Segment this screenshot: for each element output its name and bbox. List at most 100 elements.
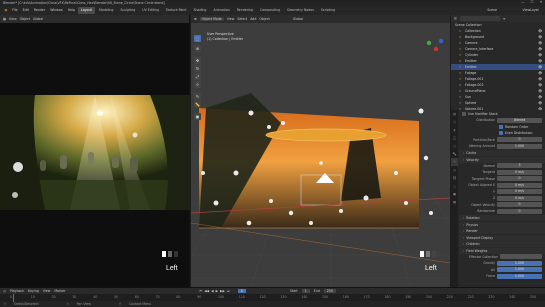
timeline-editor[interactable]: ◷ Playback Keying View Marker ⏮ ◀◀ ◀ ▶ ▶… xyxy=(0,287,545,307)
play-button[interactable]: ▶ xyxy=(216,289,218,293)
menu-render[interactable]: Render xyxy=(31,6,47,15)
visibility-eye-icon[interactable]: 👁 xyxy=(538,47,542,51)
visibility-eye-icon[interactable]: 👁 xyxy=(538,95,542,99)
properties-section[interactable]: Render xyxy=(459,228,545,234)
3d-viewport[interactable]: ⊞ Object Mode View Select Add Object Glo… xyxy=(191,15,450,287)
output-tab-icon[interactable]: ⎙ xyxy=(451,118,458,126)
constraints-tab-icon[interactable]: ⛓ xyxy=(451,174,458,182)
effector-collection-field[interactable] xyxy=(500,254,542,260)
visibility-eye-icon[interactable]: 👁 xyxy=(538,59,542,63)
transform-tool-icon[interactable]: ⟐ xyxy=(194,81,201,88)
tab-shading[interactable]: Shading xyxy=(191,7,210,14)
move-tool-icon[interactable]: ✥ xyxy=(194,57,201,64)
material-tab-icon[interactable]: ● xyxy=(451,190,458,198)
timeline-menu-keying[interactable]: Keying xyxy=(28,289,39,293)
object-mode-dropdown[interactable]: Object Mode xyxy=(199,17,224,21)
menu-file[interactable]: File xyxy=(10,6,20,15)
visibility-eye-icon[interactable]: 👁 xyxy=(538,41,542,45)
menu-help[interactable]: Help xyxy=(65,6,77,15)
velocity-field[interactable]: 0 m/s xyxy=(497,189,542,195)
timeline-menu-view[interactable]: View xyxy=(43,289,51,293)
tab-animation[interactable]: Animation xyxy=(210,7,232,14)
playhead[interactable] xyxy=(13,294,14,302)
outliner-editor-icon[interactable]: ☰ xyxy=(454,17,457,21)
cursor-tool-icon[interactable]: ⊕ xyxy=(194,45,201,52)
tab-scripting[interactable]: Scripting xyxy=(318,7,338,14)
scale-tool-icon[interactable]: ⤢ xyxy=(194,73,201,80)
properties-section[interactable]: Children xyxy=(459,241,545,247)
viewlayer-selector[interactable]: ViewLayer xyxy=(523,8,539,12)
properties-section[interactable]: Rotation xyxy=(459,215,545,221)
select-tool-icon[interactable]: ⬚ xyxy=(194,35,201,42)
properties-section[interactable]: Physics xyxy=(459,221,545,228)
tab-modeling[interactable]: Modeling xyxy=(96,7,117,14)
editor-type-icon[interactable]: ▦ xyxy=(3,17,6,21)
viewport-menu-view[interactable]: View xyxy=(227,17,235,21)
velocity-field[interactable]: 0 m/s xyxy=(497,195,542,201)
tab-rendering[interactable]: Rendering xyxy=(234,7,256,14)
tab-texture-paint[interactable]: Texture Paint xyxy=(163,7,190,14)
field-weight-slider[interactable]: 1.000 xyxy=(497,267,542,273)
tab-geometry-nodes[interactable]: Geometry Nodes xyxy=(284,7,317,14)
use-modifier-stack-row[interactable]: Use Modifier Stack xyxy=(459,110,545,117)
jump-end-button[interactable]: ⏭ xyxy=(227,289,230,293)
object-tab-icon[interactable]: ▢ xyxy=(451,142,458,150)
measure-tool-icon[interactable]: 📏 xyxy=(194,101,201,108)
annotate-tool-icon[interactable]: ✎ xyxy=(194,93,201,100)
tab-uv-editing[interactable]: UV Editing xyxy=(139,7,162,14)
timeline-editor-icon[interactable]: ◷ xyxy=(3,289,6,293)
menu-window[interactable]: Window xyxy=(48,6,66,15)
visibility-eye-icon[interactable]: 👁 xyxy=(538,101,542,105)
field-weight-slider[interactable]: 1.000 xyxy=(497,260,542,266)
particles-tab-icon[interactable]: ⁘ xyxy=(451,158,458,166)
texture-tab-icon[interactable]: ▩ xyxy=(451,198,458,206)
section-cache[interactable]: Cache xyxy=(459,150,545,156)
timeline-menu-marker[interactable]: Marker xyxy=(54,289,65,293)
render-tab-icon[interactable]: ▤ xyxy=(451,110,458,118)
physics-tab-icon[interactable]: ◎ xyxy=(451,166,458,174)
frame-ruler[interactable]: 0 10 20 30 40 50 60 70 80 90 100 110 120 130 140 150 160… xyxy=(0,294,545,301)
outliner-panel[interactable]: ☰ ⏷ Scene Collection ▽ Collection 👁 ▽ Backgr… xyxy=(451,15,545,117)
visibility-eye-icon[interactable]: 👁 xyxy=(538,89,542,93)
play-reverse-button[interactable]: ◀ xyxy=(211,289,213,293)
filter-icon[interactable]: ⏷ xyxy=(503,17,506,21)
outliner-search-field[interactable] xyxy=(459,16,500,21)
visibility-eye-icon[interactable]: 👁 xyxy=(538,53,542,57)
rotate-tool-icon[interactable]: ↻ xyxy=(194,65,201,72)
blender-logo-icon[interactable]: ◉ xyxy=(2,6,10,15)
add-cube-tool-icon[interactable]: ▣ xyxy=(194,113,201,120)
data-tab-icon[interactable]: △ xyxy=(451,182,458,190)
even-distribution-checkbox[interactable] xyxy=(499,131,503,136)
properties-section[interactable]: Viewport Display xyxy=(459,234,545,241)
world-tab-icon[interactable]: ◯ xyxy=(451,134,458,142)
prev-key-button[interactable]: ◀◀ xyxy=(204,289,209,293)
left-transform-global[interactable]: Global xyxy=(33,17,43,21)
viewport-editor-type-icon[interactable]: ⊞ xyxy=(194,17,197,21)
velocity-field[interactable]: 0 xyxy=(497,202,542,208)
visibility-eye-icon[interactable]: 👁 xyxy=(538,35,542,39)
velocity-field[interactable]: 0 xyxy=(497,208,542,214)
random-order-checkbox[interactable] xyxy=(499,124,503,129)
visibility-eye-icon[interactable]: 👁 xyxy=(538,29,542,33)
camera-view-editor[interactable]: ▦ View Object Global Left xyxy=(0,15,190,287)
velocity-field[interactable]: 0 m/s xyxy=(497,182,542,188)
particles-face-field[interactable]: 0 xyxy=(497,137,542,143)
visibility-eye-icon[interactable]: 👁 xyxy=(538,65,542,69)
left-menu-view[interactable]: View xyxy=(9,17,17,21)
viewport-menu-select[interactable]: Select xyxy=(237,17,247,21)
distribution-dropdown[interactable]: Jittered xyxy=(497,117,542,123)
velocity-field[interactable]: 3 xyxy=(497,163,542,169)
timeline-menu-playback[interactable]: Playback xyxy=(10,289,24,293)
velocity-field[interactable]: 0 xyxy=(497,176,542,182)
jittering-field[interactable]: 1.000 xyxy=(497,143,542,149)
left-menu-object[interactable]: Object xyxy=(20,17,30,21)
tab-sculpting[interactable]: Sculpting xyxy=(117,7,138,14)
viewport-transform-global[interactable]: Global xyxy=(293,17,303,21)
visibility-eye-icon[interactable]: 👁 xyxy=(538,77,542,81)
jump-start-button[interactable]: ⏮ xyxy=(199,289,202,293)
viewport-menu-add[interactable]: Add xyxy=(250,17,256,21)
field-weight-slider[interactable]: 1.000 xyxy=(497,273,542,279)
visibility-eye-icon[interactable]: 👁 xyxy=(538,71,542,75)
velocity-field[interactable]: 0 m/s xyxy=(497,169,542,175)
viewport-menu-object[interactable]: Object xyxy=(259,17,269,21)
